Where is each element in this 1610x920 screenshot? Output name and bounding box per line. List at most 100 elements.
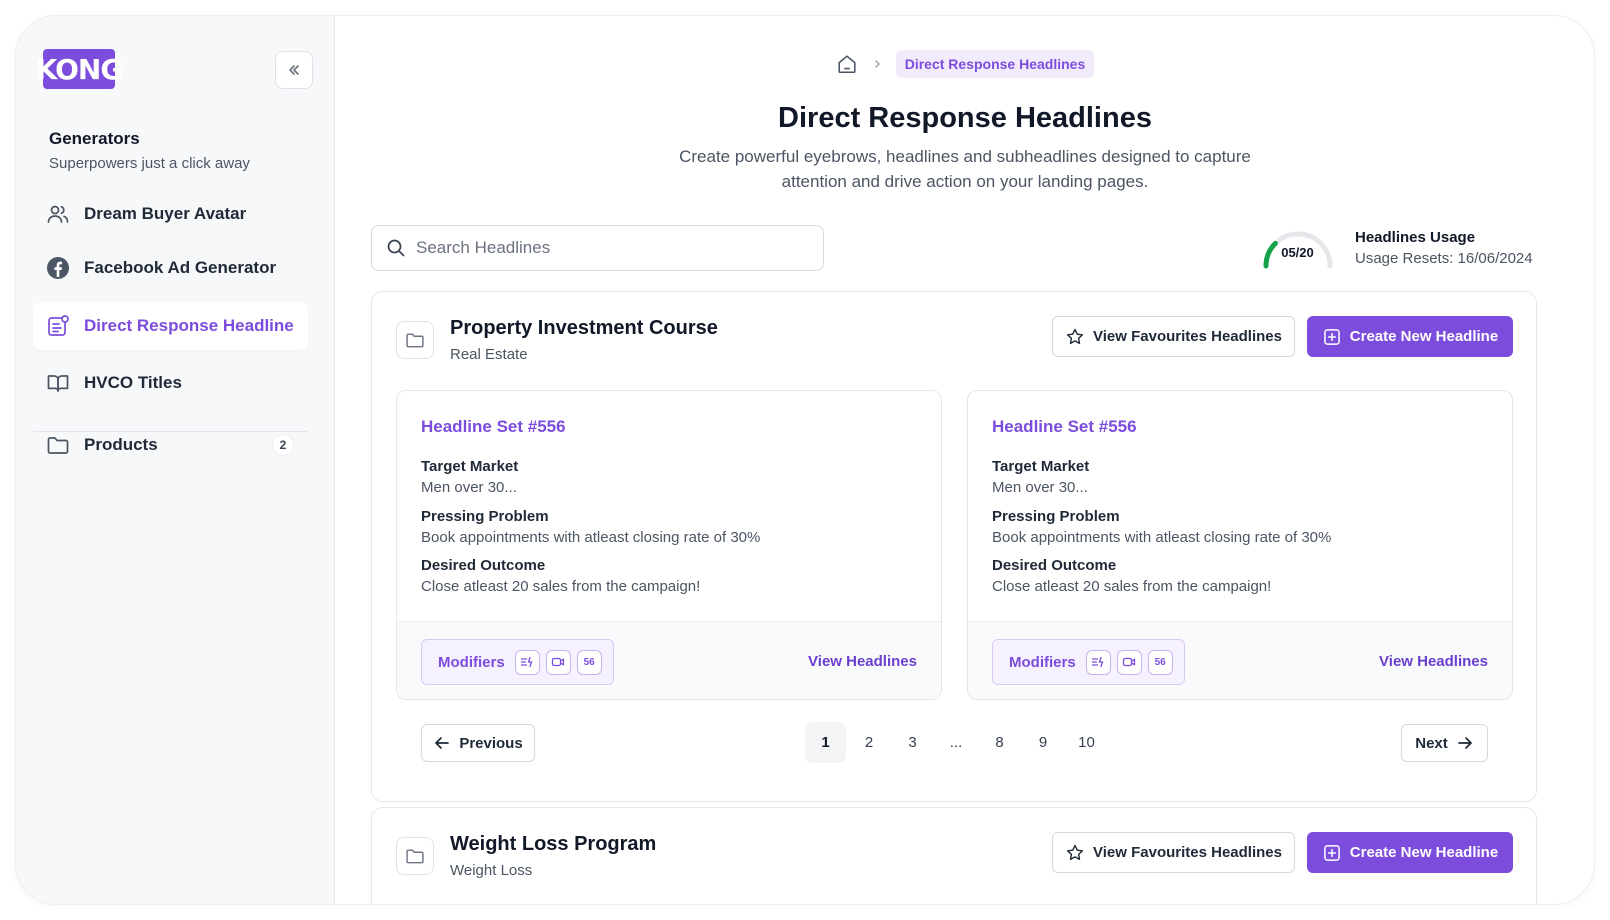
next-page-button[interactable]: Next — [1401, 724, 1488, 762]
page-ellipsis: ... — [949, 734, 963, 751]
target-market-value: Men over 30... — [421, 479, 517, 496]
section-subtitle: Superpowers just a click away — [49, 155, 250, 172]
breadcrumb: Direct Response Headlines — [336, 50, 1594, 78]
facebook-icon — [45, 255, 71, 281]
modifiers-label: Modifiers — [438, 653, 505, 671]
create-new-headline-button[interactable]: Create New Headline — [1307, 316, 1513, 357]
kong-logo[interactable]: KONG — [36, 49, 123, 89]
desired-outcome-label: Desired Outcome — [421, 557, 546, 574]
view-headlines-link[interactable]: View Headlines — [808, 653, 917, 670]
course-card: Property Investment Course Real Estate V… — [371, 291, 1537, 802]
view-favourites-button[interactable]: View Favourites Headlines — [1052, 316, 1295, 357]
sparkle-list-icon — [514, 649, 540, 675]
pressing-problem-label: Pressing Problem — [421, 508, 549, 525]
modifier-count: 56 — [1147, 649, 1173, 675]
previous-label: Previous — [459, 734, 523, 752]
page-number[interactable]: 3 — [892, 722, 933, 763]
view-headlines-link[interactable]: View Headlines — [1379, 653, 1488, 670]
headline-icon — [45, 313, 71, 339]
headline-set-card: Headline Set #556 Target Market Men over… — [967, 390, 1513, 700]
previous-page-button[interactable]: Previous — [421, 724, 535, 762]
chevron-right-icon — [872, 56, 882, 72]
usage-meter: 05/20 Headlines Usage Usage Resets: 16/0… — [1260, 224, 1560, 274]
arrow-right-icon — [1457, 737, 1472, 749]
sidebar-item-label: Facebook Ad Generator — [84, 258, 277, 277]
target-market-label: Target Market — [992, 458, 1090, 475]
users-icon — [45, 201, 71, 227]
modifiers-badge[interactable]: Modifiers 56 — [992, 639, 1185, 685]
sparkle-list-icon — [1085, 649, 1111, 675]
main-content: Direct Response Headlines Direct Respons… — [336, 16, 1594, 904]
create-new-headline-label: Create New Headline — [1349, 328, 1499, 345]
view-favourites-button[interactable]: View Favourites Headlines — [1052, 832, 1295, 873]
headline-set-title[interactable]: Headline Set #556 — [992, 417, 1137, 437]
headline-set-card: Headline Set #556 Target Market Men over… — [396, 390, 942, 700]
page-number[interactable]: 9 — [1023, 722, 1064, 763]
headline-set-title[interactable]: Headline Set #556 — [421, 417, 566, 437]
arrow-left-icon — [435, 737, 450, 749]
folder-icon — [396, 321, 434, 359]
sidebar-item-label: Dream Buyer Avatar — [84, 204, 247, 223]
view-favourites-label: View Favourites Headlines — [1093, 844, 1282, 861]
sidebar-item-products[interactable]: Products 2 — [33, 421, 308, 469]
pressing-problem-value: Book appointments with atleast closing r… — [421, 529, 761, 546]
course-name: Weight Loss Program — [450, 833, 657, 855]
modifiers-badge[interactable]: Modifiers 56 — [421, 639, 614, 685]
star-icon — [1066, 328, 1084, 344]
usage-value: 05/20 — [1281, 245, 1314, 260]
chevrons-left-icon — [289, 65, 299, 75]
home-icon[interactable] — [836, 53, 858, 75]
sidebar-item-facebook-ad-generator[interactable]: Facebook Ad Generator — [33, 244, 308, 292]
plus-square-icon — [1323, 328, 1340, 345]
section-title: Generators — [49, 129, 140, 148]
page-title: Direct Response Headlines — [778, 102, 1152, 134]
plus-square-icon — [1323, 844, 1340, 861]
usage-reset-date: Usage Resets: 16/06/2024 — [1355, 250, 1533, 267]
folder-icon — [45, 432, 71, 458]
page-description: Create powerful eyebrows, headlines and … — [679, 147, 1251, 191]
course-card: Weight Loss Program Weight Loss View Fav… — [371, 807, 1537, 904]
create-new-headline-label: Create New Headline — [1349, 844, 1499, 861]
target-market-label: Target Market — [421, 458, 519, 475]
pressing-problem-value: Book appointments with atleast closing r… — [992, 529, 1332, 546]
search-icon — [387, 239, 405, 257]
sidebar-item-direct-response-headline[interactable]: Direct Response Headline — [33, 302, 308, 350]
course-category: Real Estate — [450, 346, 528, 363]
course-category: Weight Loss — [450, 862, 533, 879]
folder-icon — [396, 837, 434, 875]
pressing-problem-label: Pressing Problem — [992, 508, 1120, 525]
page-number[interactable]: 1 — [805, 722, 846, 763]
sidebar-item-dream-buyer-avatar[interactable]: Dream Buyer Avatar — [33, 190, 308, 238]
search-box[interactable] — [371, 225, 824, 271]
search-input[interactable] — [416, 238, 796, 258]
course-name: Property Investment Course — [450, 317, 718, 339]
page-number[interactable]: 10 — [1066, 722, 1107, 763]
view-favourites-label: View Favourites Headlines — [1093, 328, 1282, 345]
pagination: 1 2 3 ... 8 9 10 — [805, 722, 1110, 763]
sidebar-item-hvco-titles[interactable]: HVCO Titles — [33, 359, 308, 407]
app-window: KONG Generators Superpowers just a click… — [16, 16, 1594, 904]
video-icon — [1116, 649, 1142, 675]
headline-set-footer: Modifiers 56 View Headlines — [397, 621, 941, 699]
desired-outcome-value: Close atleast 20 sales from the campaign… — [421, 578, 701, 595]
sidebar: KONG Generators Superpowers just a click… — [16, 16, 335, 904]
next-label: Next — [1415, 734, 1448, 752]
modifiers-label: Modifiers — [1009, 653, 1076, 671]
products-count-badge: 2 — [272, 434, 294, 456]
target-market-value: Men over 30... — [992, 479, 1088, 496]
star-icon — [1066, 844, 1084, 860]
desired-outcome-label: Desired Outcome — [992, 557, 1117, 574]
collapse-sidebar-button[interactable] — [275, 51, 313, 89]
usage-title: Headlines Usage — [1355, 229, 1476, 246]
page-number[interactable]: 2 — [849, 722, 890, 763]
sidebar-item-label: Products — [84, 435, 158, 454]
modifier-count: 56 — [576, 649, 602, 675]
sidebar-item-label: HVCO Titles — [84, 373, 182, 392]
page-number[interactable]: 8 — [979, 722, 1020, 763]
video-icon — [545, 649, 571, 675]
book-icon — [45, 370, 71, 396]
sidebar-item-label: Direct Response Headline — [84, 316, 294, 335]
breadcrumb-current[interactable]: Direct Response Headlines — [895, 50, 1095, 78]
headline-set-footer: Modifiers 56 View Headlines — [968, 621, 1512, 699]
create-new-headline-button[interactable]: Create New Headline — [1307, 832, 1513, 873]
